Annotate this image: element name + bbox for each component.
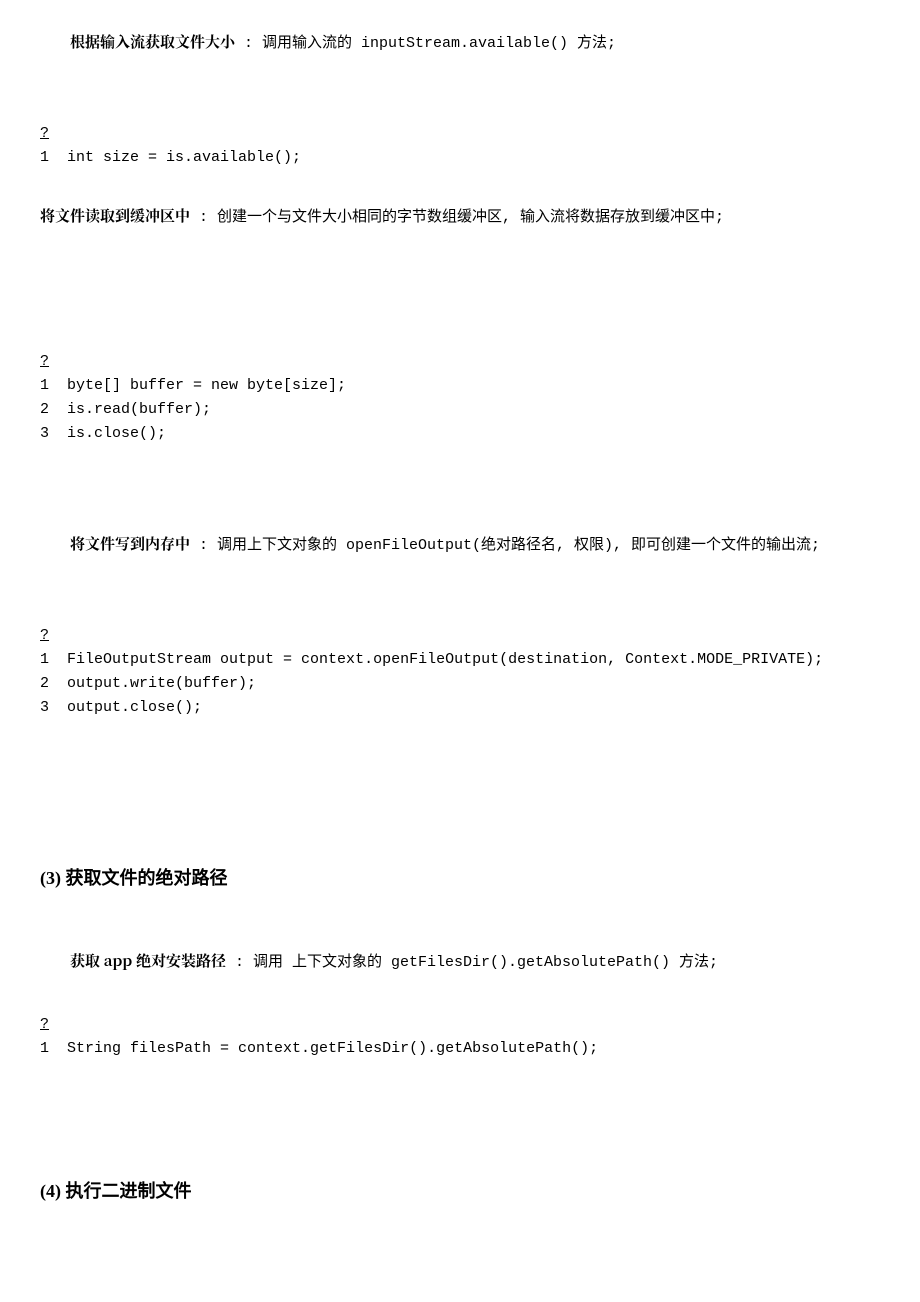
document-body: 根据输入流获取文件大小 : 调用输入流的 inputStream.availab…	[0, 30, 920, 1206]
code-line: 3output.close();	[40, 696, 823, 720]
q-mark: ?	[40, 1013, 880, 1037]
bold-readbuffer: 将文件读取到缓冲区中	[40, 205, 190, 226]
line-number: 1	[40, 1037, 67, 1061]
code-content: output.write(buffer);	[67, 672, 823, 696]
para-readbuffer: 将文件读取到缓冲区中 : 创建一个与文件大小相同的字节数组缓冲区, 输入流将数据…	[40, 204, 880, 230]
line-number: 3	[40, 696, 67, 720]
para-filesize: 根据输入流获取文件大小 : 调用输入流的 inputStream.availab…	[40, 30, 880, 56]
spacer	[40, 236, 880, 346]
code-content: int size = is.available();	[67, 146, 301, 170]
line-number: 1	[40, 374, 67, 398]
line-number: 1	[40, 146, 67, 170]
spacer	[40, 564, 880, 620]
code-content: FileOutputStream output = context.openFi…	[67, 648, 823, 672]
text-abspath: : 调用 上下文对象的 getFilesDir().getAbsolutePat…	[226, 954, 718, 971]
code-line: 1String filesPath = context.getFilesDir(…	[40, 1037, 598, 1061]
bold-writemem: 将文件写到内存中	[70, 533, 190, 554]
q-mark: ?	[40, 122, 880, 146]
text-filesize: : 调用输入流的 inputStream.available() 方法;	[235, 35, 616, 52]
text-writemem: : 调用上下文对象的 openFileOutput(绝对路径名, 权限), 即可…	[190, 537, 820, 554]
code-line: 2output.write(buffer);	[40, 672, 823, 696]
q-mark: ?	[40, 350, 880, 374]
code-block-2: 1byte[] buffer = new byte[size]; 2is.rea…	[40, 374, 346, 446]
code-line: 1int size = is.available();	[40, 146, 301, 170]
line-number: 1	[40, 648, 67, 672]
code-content: String filesPath = context.getFilesDir()…	[67, 1037, 598, 1061]
code-content: is.close();	[67, 422, 346, 446]
text-readbuffer: : 创建一个与文件大小相同的字节数组缓冲区, 输入流将数据存放到缓冲区中;	[190, 209, 724, 226]
spacer	[40, 893, 880, 949]
code-line: 3is.close();	[40, 422, 346, 446]
q-mark: ?	[40, 624, 880, 648]
code-line: 1byte[] buffer = new byte[size];	[40, 374, 346, 398]
heading-3: (3) 获取文件的绝对路径	[40, 864, 880, 893]
spacer	[40, 452, 880, 532]
code-block-4: 1String filesPath = context.getFilesDir(…	[40, 1037, 598, 1061]
para-writemem: 将文件写到内存中 : 调用上下文对象的 openFileOutput(绝对路径名…	[40, 532, 880, 558]
line-number: 2	[40, 398, 67, 422]
code-block-3: 1FileOutputStream output = context.openF…	[40, 648, 823, 720]
heading-4: (4) 执行二进制文件	[40, 1177, 880, 1206]
para-abspath: 获取 app 绝对安装路径 : 调用 上下文对象的 getFilesDir().…	[40, 949, 880, 975]
code-line: 1FileOutputStream output = context.openF…	[40, 648, 823, 672]
code-line: 2is.read(buffer);	[40, 398, 346, 422]
spacer	[40, 836, 880, 864]
code-content: output.close();	[67, 696, 823, 720]
line-number: 2	[40, 672, 67, 696]
spacer	[40, 1067, 880, 1177]
spacer	[40, 726, 880, 836]
spacer	[40, 176, 880, 204]
spacer	[40, 62, 880, 118]
code-content: is.read(buffer);	[67, 398, 346, 422]
line-number: 3	[40, 422, 67, 446]
bold-filesize: 根据输入流获取文件大小	[70, 31, 235, 52]
bold-abspath: 获取 app 绝对安装路径	[70, 950, 226, 971]
code-block-1: 1int size = is.available();	[40, 146, 301, 170]
spacer	[40, 981, 880, 1009]
code-content: byte[] buffer = new byte[size];	[67, 374, 346, 398]
